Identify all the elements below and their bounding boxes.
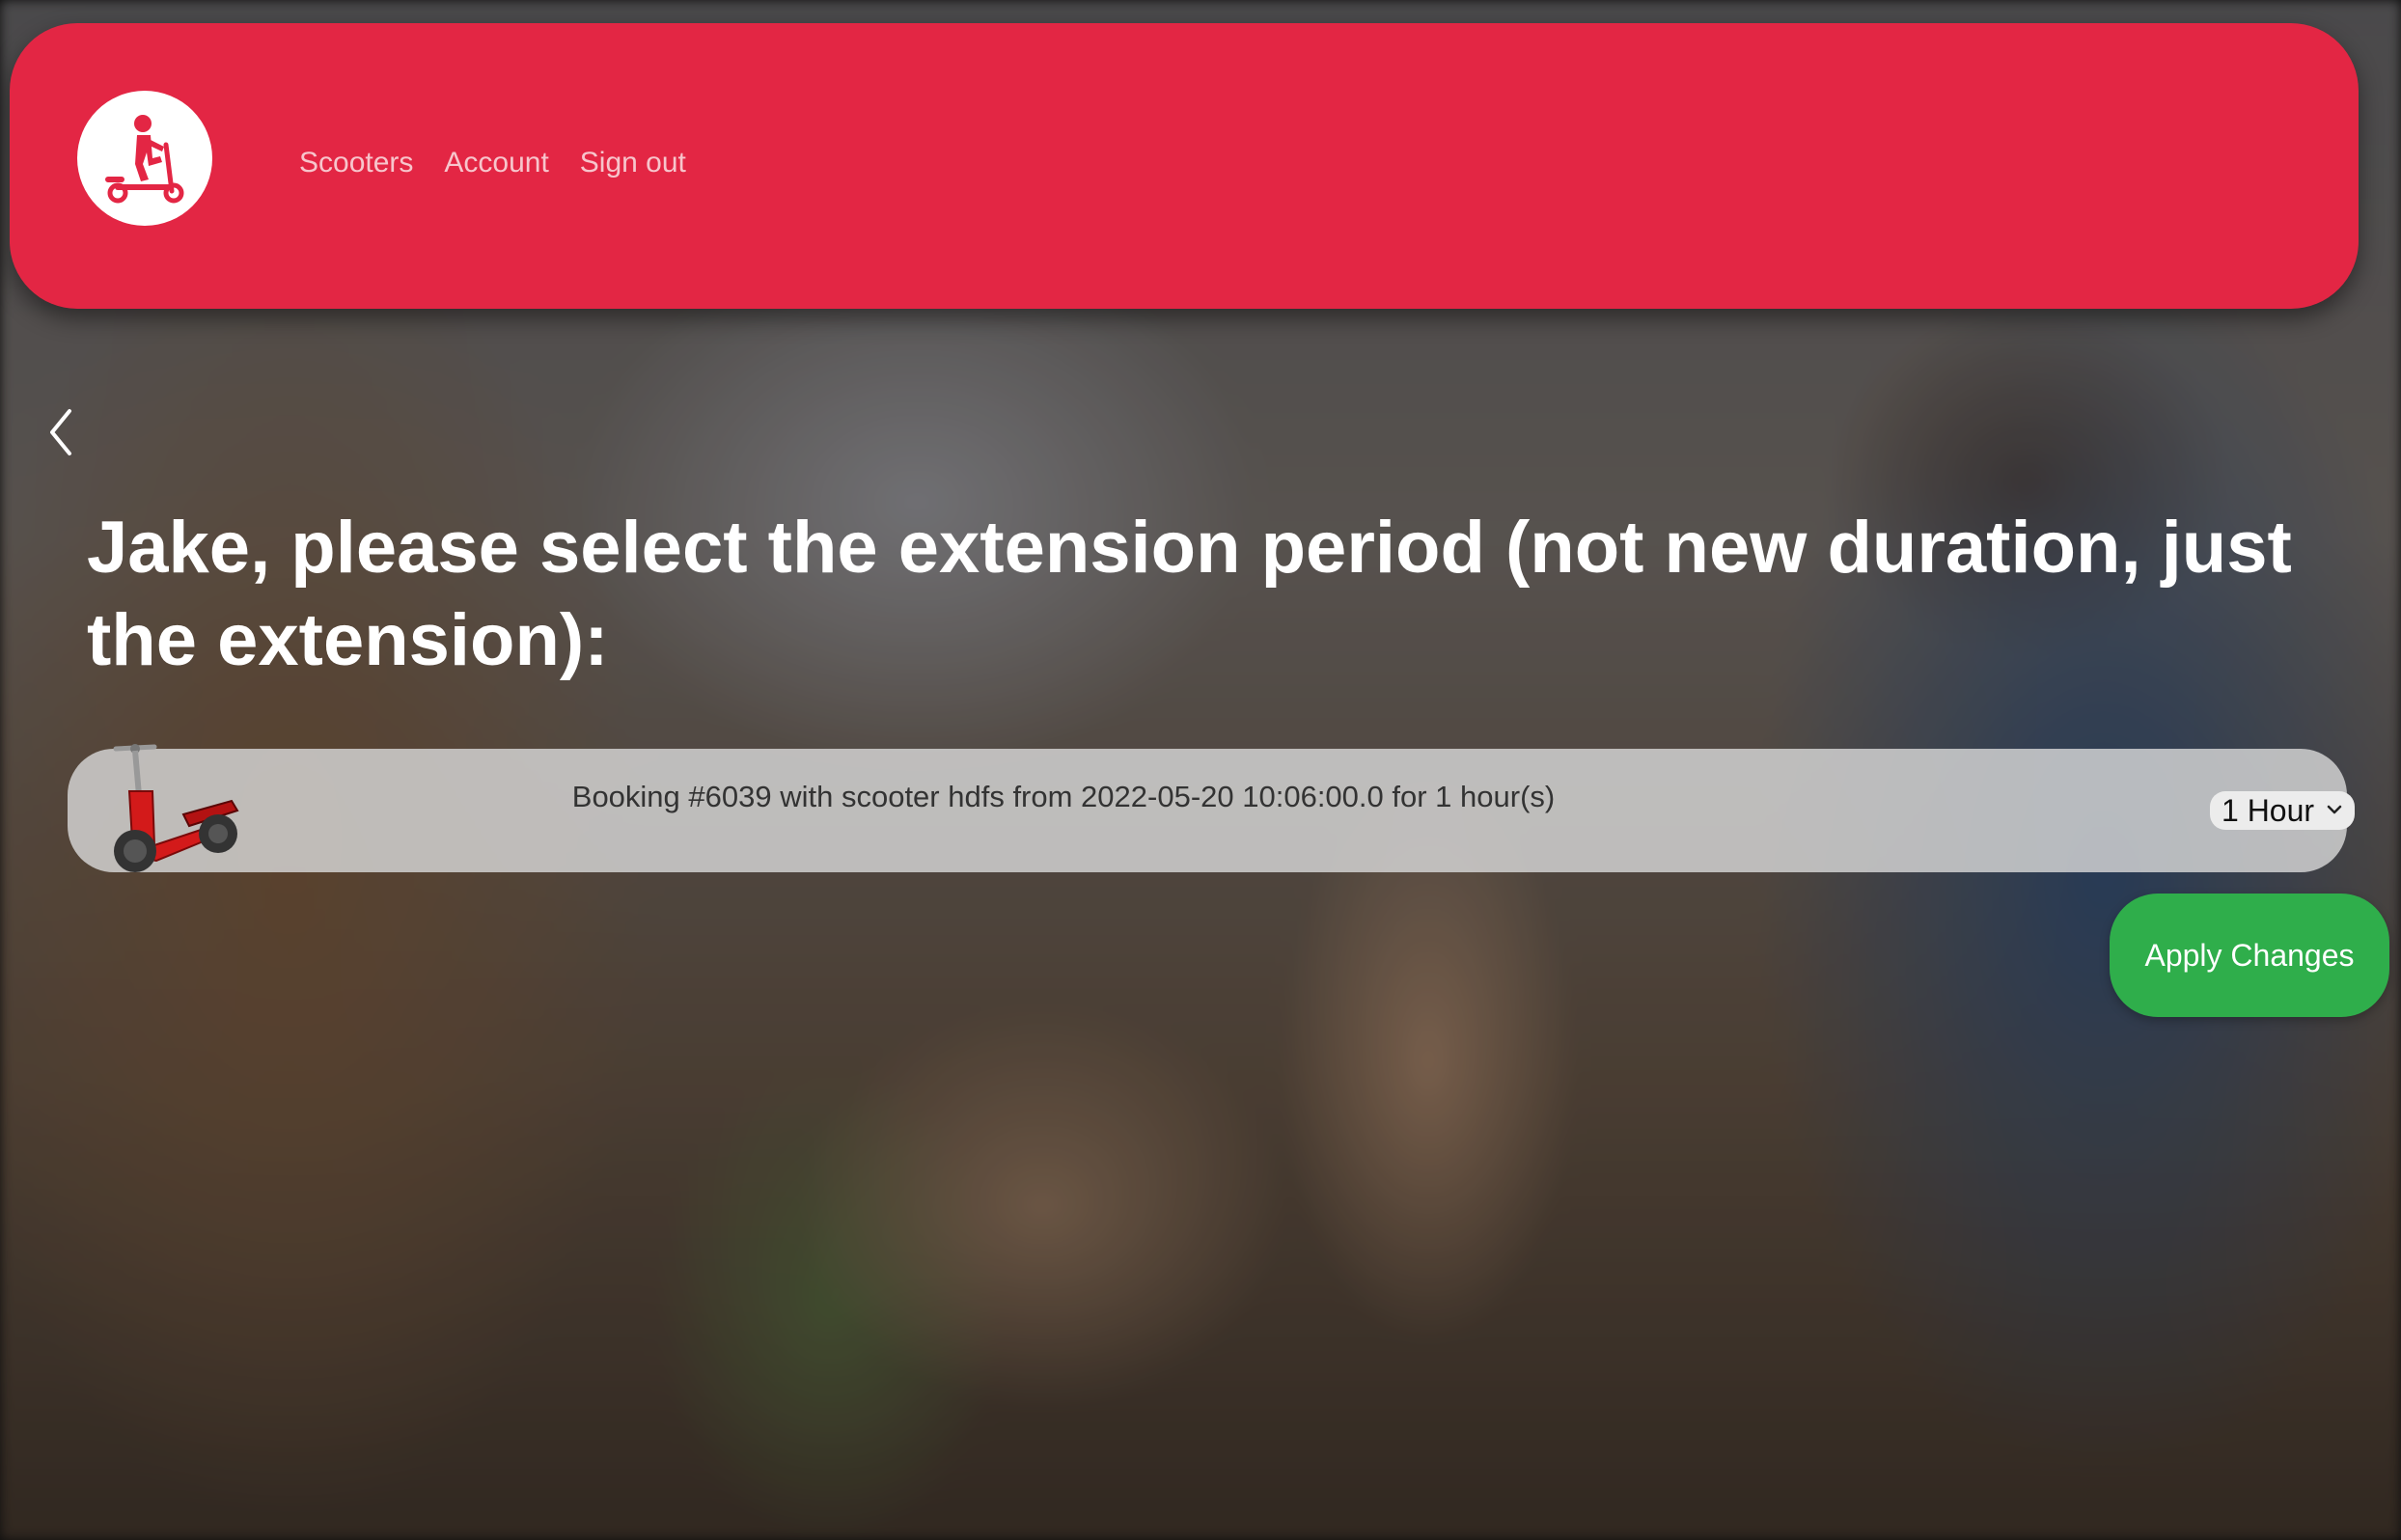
brand-logo[interactable]	[77, 91, 212, 226]
page-title: Jake, please select the extension period…	[87, 507, 2292, 681]
extension-period-select[interactable]: 1 Hour	[2210, 791, 2355, 830]
booking-row: Booking #6039 with scooter hdfs from 202…	[68, 744, 2355, 872]
back-button[interactable]	[42, 405, 81, 459]
extension-period-value: 1 Hour	[2222, 792, 2315, 828]
nav-link-account[interactable]: Account	[444, 147, 548, 179]
main-nav: Scooters Account Sign out	[299, 147, 686, 179]
chevron-down-icon	[2327, 805, 2342, 814]
top-header: Scooters Account Sign out	[10, 23, 2359, 309]
booking-description: Booking #6039 with scooter hdfs from 202…	[571, 780, 1556, 813]
apply-changes-button[interactable]: Apply Changes	[2110, 894, 2389, 1017]
chevron-left-icon	[50, 409, 71, 455]
scooter-rider-logo-icon	[105, 115, 184, 204]
nav-link-sign-out[interactable]: Sign out	[580, 147, 686, 179]
nav-link-scooters[interactable]: Scooters	[299, 147, 413, 179]
